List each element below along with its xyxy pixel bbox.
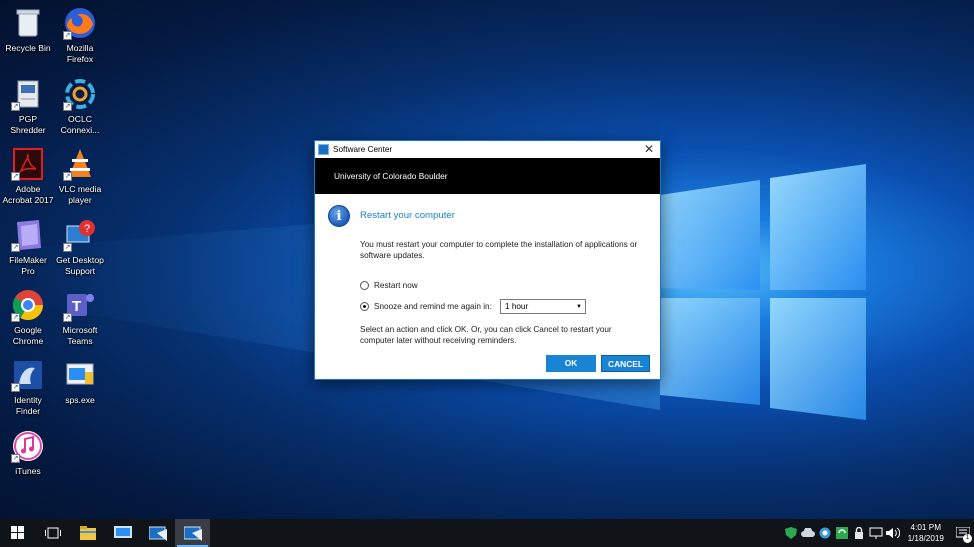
shield-tray-icon[interactable] [783, 519, 800, 547]
acrobat-icon: ↗ [11, 147, 45, 181]
organization-banner: University of Colorado Boulder [315, 158, 660, 194]
restart-now-label: Restart now [374, 281, 418, 290]
desktop-icon-chrome[interactable]: ↗ Google Chrome [0, 288, 56, 347]
svg-text:?: ? [84, 223, 90, 235]
sps-exe-icon [63, 358, 97, 392]
desktop-icon-label: Mozilla Firefox [66, 43, 94, 64]
desktop-icon-teams[interactable]: T ↗ Microsoft Teams [52, 288, 108, 347]
snooze-radio[interactable] [360, 302, 369, 311]
desktop-icon-label: Adobe Acrobat 2017 [2, 184, 54, 205]
lock-icon[interactable] [851, 519, 868, 547]
desktop-icon-label: PGP Shredder [10, 114, 46, 135]
firefox-icon: ↗ [63, 6, 97, 40]
desktop-icon-recycle-bin[interactable]: Recycle Bin [0, 6, 56, 54]
system-tray: 4:01 PM 1/18/2019 1 [783, 519, 974, 547]
windows-start-icon [10, 526, 24, 539]
taskbar-clock[interactable]: 4:01 PM 1/18/2019 [908, 522, 944, 544]
taskbar-software-center-b[interactable] [175, 519, 210, 547]
chevron-down-icon: ▼ [576, 303, 582, 310]
notification-badge: 1 [963, 534, 972, 543]
start-button[interactable] [0, 519, 35, 547]
clock-date: 1/18/2019 [907, 534, 944, 543]
snooze-label: Snooze and remind me again in: [374, 302, 492, 311]
software-center-icon [318, 144, 329, 155]
teams-icon: T ↗ [63, 288, 97, 322]
close-button[interactable]: ✕ [638, 141, 660, 158]
oclc-icon: ↗ [63, 77, 97, 111]
vlc-cone-icon: ↗ [63, 147, 97, 181]
desktop-icon-itunes[interactable]: ↗ iTunes [0, 429, 56, 477]
globe-icon[interactable] [817, 519, 834, 547]
desktop-icon-acrobat[interactable]: ↗ Adobe Acrobat 2017 [0, 147, 56, 206]
desktop-icon-filemaker[interactable]: ↗ FileMaker Pro [0, 218, 56, 277]
identity-finder-icon: ↗ [11, 358, 45, 392]
desktop-icon-label: sps.exe [65, 395, 95, 405]
desktop-icon-firefox[interactable]: ↗ Mozilla Firefox [52, 6, 108, 65]
support-icon: ? ↗ [63, 218, 97, 252]
task-view-button[interactable] [35, 519, 70, 547]
dialog-heading: Restart your computer [360, 210, 455, 221]
desktop-icon-label: VLC media player [58, 184, 102, 205]
desktop-icon-label: iTunes [15, 466, 41, 476]
dialog-message: You must restart your computer to comple… [360, 240, 638, 260]
taskbar-file-explorer[interactable] [70, 519, 105, 547]
taskbar-software-center-a[interactable] [140, 519, 175, 547]
itunes-icon: ↗ [11, 429, 45, 463]
desktop-icon-label: OCLC Connexi... [60, 114, 100, 135]
dialog-title: Software Center [333, 145, 393, 154]
restart-now-radio[interactable] [360, 281, 369, 290]
chrome-icon: ↗ [11, 288, 45, 322]
software-center-taskbar-icon [183, 526, 202, 541]
desktop-icon-label: Get Desktop Support [56, 255, 104, 276]
recycle-bin-icon [11, 6, 45, 40]
desktop-icon-label: FileMaker Pro [9, 255, 47, 276]
restart-now-option[interactable]: Restart now [360, 281, 418, 290]
task-view-icon [44, 527, 61, 539]
sync-icon[interactable] [834, 519, 851, 547]
info-icon: i [328, 205, 350, 227]
clock-time: 4:01 PM [910, 523, 942, 532]
monitor-app-icon [113, 526, 132, 538]
snooze-option[interactable]: Snooze and remind me again in: [360, 302, 492, 311]
dialog-titlebar[interactable]: Software Center ✕ [315, 141, 660, 158]
network-icon[interactable] [868, 519, 885, 547]
desktop-icon-pgp-shredder[interactable]: ↗ PGP Shredder [0, 77, 56, 136]
taskbar-app-monitor[interactable] [105, 519, 140, 547]
taskbar: 4:01 PM 1/18/2019 1 [0, 519, 974, 547]
folder-icon [79, 526, 96, 540]
ok-button[interactable]: OK [546, 355, 596, 372]
desktop-icon-oclc[interactable]: ↗ OCLC Connexi... [52, 77, 108, 136]
desktop-icon-label: Recycle Bin [5, 43, 51, 53]
cancel-button[interactable]: CANCEL [601, 355, 650, 372]
software-center-dialog: Software Center ✕ University of Colorado… [314, 140, 661, 380]
desktop-icon-get-desktop-support[interactable]: ? ↗ Get Desktop Support [52, 218, 108, 277]
desktop-icon-label: Google Chrome [12, 325, 44, 346]
filemaker-icon: ↗ [11, 218, 45, 252]
shredder-icon: ↗ [11, 77, 45, 111]
software-center-taskbar-icon [148, 526, 167, 541]
action-center-button[interactable]: 1 [952, 519, 974, 547]
desktop-icon-identity-finder[interactable]: ↗ Identity Finder [0, 358, 56, 417]
desktop-icon-label: Identity Finder [14, 395, 42, 416]
cloud-icon[interactable] [800, 519, 817, 547]
svg-text:T: T [72, 298, 81, 315]
desktop-icon-sps[interactable]: sps.exe [52, 358, 108, 406]
snooze-duration-value: 1 hour [505, 302, 529, 311]
desktop-icon-vlc[interactable]: ↗ VLC media player [52, 147, 108, 206]
dialog-hint: Select an action and click OK. Or, you c… [360, 325, 612, 345]
banner-text: University of Colorado Boulder [334, 171, 448, 181]
snooze-duration-select[interactable]: 1 hour ▼ [500, 299, 586, 314]
volume-icon[interactable] [885, 519, 902, 547]
desktop-icon-label: Microsoft Teams [62, 325, 98, 346]
